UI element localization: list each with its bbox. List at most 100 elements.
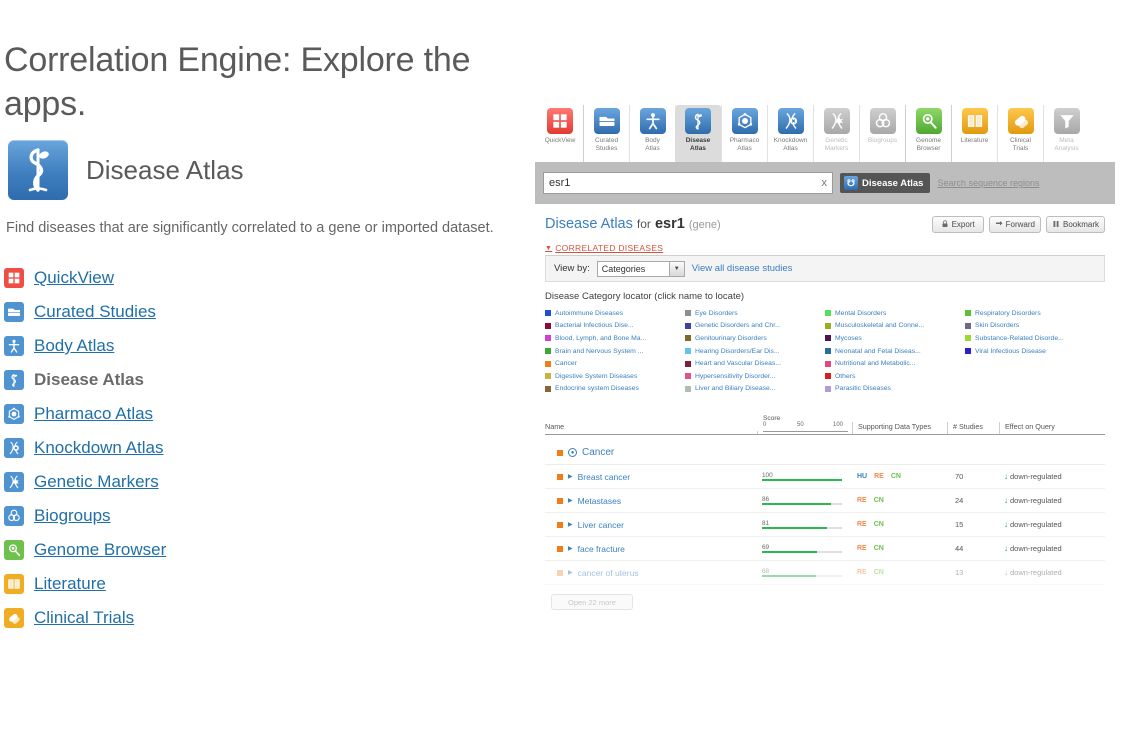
toolbar-tab-genome-browser[interactable]: GenomeBrowser [905,105,951,162]
toolbar-tab-clinical-trials[interactable]: ClinicalTrials [997,105,1043,162]
locator-item[interactable]: Liver and Biliary Disease... [685,383,825,396]
app-list-item[interactable]: Genetic Markers [4,465,525,499]
locator-item[interactable]: Eye Disorders [685,307,825,320]
locator-item[interactable]: Hypersensitivity Disorder... [685,370,825,383]
app-list-item[interactable]: Genome Browser [4,533,525,567]
table-row[interactable]: ▶Metastases86RECN24↓down-regulated [545,489,1105,513]
toolbar-tab-literature[interactable]: Literature [951,105,997,162]
view-by-bar: View by: Categories ▼ View all disease s… [545,256,1105,282]
search-scope-label: Disease Atlas [862,178,923,189]
row-supporting-cell: HU RE CN [852,473,947,480]
search-sequence-regions-link[interactable]: Search sequence regions [937,178,1039,188]
locator-item[interactable]: Musculoskeletal and Conne... [825,320,965,333]
app-list-item[interactable]: QuickView [4,261,525,295]
locator-item[interactable]: Mental Disorders [825,307,965,320]
toolbar-tab-label: Literature [961,137,988,145]
locator-item[interactable]: Heart and Vascular Diseas... [685,357,825,370]
chevron-right-icon[interactable]: ▶ [568,521,573,528]
locator-item[interactable]: Endocrine system Diseases [545,383,685,396]
app-list-item-label[interactable]: Genome Browser [34,540,166,560]
bookmark-button[interactable]: Bookmark [1046,216,1105,233]
app-list-item-label[interactable]: Clinical Trials [34,608,134,628]
toolbar-tab-quickview[interactable]: QuickView [537,105,583,162]
toolbar-tab-knockdown-atlas[interactable]: KnockdownAtlas [767,105,813,162]
locator-item[interactable]: Cancer [545,357,685,370]
locator-item[interactable]: Nutritional and Metabolic... [825,357,965,370]
locator-item[interactable]: Bacterial Infectious Dise... [545,320,685,333]
locator-item[interactable]: Others [825,370,965,383]
supporting-data-type-re[interactable]: RE [857,497,867,504]
app-list-item[interactable]: Knockdown Atlas [4,431,525,465]
row-score-value: 100 [762,472,852,479]
search-input[interactable]: esr1 x [543,172,833,194]
app-list-item[interactable]: Literature [4,567,525,601]
app-list-item-label[interactable]: Literature [34,574,106,594]
app-list-item-label[interactable]: Body Atlas [34,336,114,356]
result-type: (gene) [689,219,721,231]
view-by-select[interactable]: Categories ▼ [597,261,685,277]
chevron-right-icon[interactable]: ▶ [568,569,573,576]
app-list-item-label[interactable]: Biogroups [34,506,111,526]
forward-button[interactable]: Forward [989,216,1041,233]
supporting-data-type-cn[interactable]: CN [874,521,884,528]
locator-item[interactable]: Respiratory Disorders [965,307,1105,320]
locator-item[interactable]: Mycoses [825,332,965,345]
supporting-data-type-re[interactable]: RE [857,521,867,528]
app-list-item-label[interactable]: Genetic Markers [34,472,159,492]
supporting-data-type-re[interactable]: RE [857,569,867,576]
locator-item[interactable]: Hearing Disorders/Ear Dis... [685,345,825,358]
locator-item[interactable]: Genitourinary Disorders [685,332,825,345]
supporting-data-type-hu[interactable]: HU [857,473,867,480]
app-list-item-label[interactable]: Knockdown Atlas [34,438,163,458]
table-group-row[interactable]: ● Cancer [545,435,1105,465]
table-row[interactable]: ▶cancer of uterus68RECN13↓down-regulated [545,561,1105,585]
locator-item[interactable]: Viral Infectious Disease [965,345,1105,358]
app-list-item-label[interactable]: QuickView [34,268,114,288]
app-list-item[interactable]: Body Atlas [4,329,525,363]
toolbar-tab-curated-studies[interactable]: CuratedStudies [583,105,629,162]
locator-item[interactable]: Blood, Lymph, and Bone Ma... [545,332,685,345]
supporting-data-type-cn[interactable]: CN [891,473,901,480]
view-all-disease-studies-link[interactable]: View all disease studies [692,263,793,274]
locator-item[interactable]: Brain and Nervous System ... [545,345,685,358]
app-list-item[interactable]: Pharmaco Atlas [4,397,525,431]
app-list-item[interactable]: Biogroups [4,499,525,533]
export-button[interactable]: Export [932,216,984,233]
toolbar-tab-disease-atlas[interactable]: DiseaseAtlas [675,105,721,162]
row-effect-cell: ↓down-regulated [999,496,1105,505]
app-list-item[interactable]: Curated Studies [4,295,525,329]
table-row[interactable]: ▶Breast cancer100HURECN70↓down-regulated [545,465,1105,489]
toolbar-tab-body-atlas[interactable]: BodyAtlas [629,105,675,162]
locator-item[interactable]: Genetic Disorders and Chr... [685,320,825,333]
supporting-data-type-re[interactable]: RE [874,473,884,480]
locator-item[interactable]: Parasitic Diseases [825,383,965,396]
table-row[interactable]: ▶face fracture69RECN44↓down-regulated [545,537,1105,561]
locator-item[interactable]: Neonatal and Fetal Diseas... [825,345,965,358]
supporting-data-type-cn[interactable]: CN [874,545,884,552]
supporting-data-type-re[interactable]: RE [857,545,867,552]
info-circle-icon[interactable]: ● [568,448,577,457]
locator-item[interactable]: Substance-Related Disorde... [965,332,1105,345]
row-name-cell: ▶Breast cancer [545,472,757,482]
locator-item-label: Others [835,373,855,380]
app-list-item-label[interactable]: Pharmaco Atlas [34,404,153,424]
locator-item[interactable]: Autoimmune Diseases [545,307,685,320]
chevron-right-icon[interactable]: ▶ [568,545,573,552]
header-score: Score 0 50 100 [757,431,852,434]
supporting-data-type-cn[interactable]: CN [874,569,884,576]
locator-item[interactable]: Digestive System Diseases [545,370,685,383]
search-scope-button[interactable]: ☋ Disease Atlas [840,173,930,193]
locator-item[interactable]: Skin Disorders [965,320,1105,333]
table-row[interactable]: ▶Liver cancer81RECN15↓down-regulated [545,513,1105,537]
category-color-swatch [825,361,831,367]
open-more-button[interactable]: Open 22 more [551,594,633,610]
supporting-data-type-cn[interactable]: CN [874,497,884,504]
toolbar-tab-pharmaco-atlas[interactable]: PharmacoAtlas [721,105,767,162]
chevron-right-icon[interactable]: ▶ [568,497,573,504]
tab-correlated-diseases[interactable]: ▼ CORRELATED DISEASES [545,243,663,255]
app-list-item-label[interactable]: Curated Studies [34,302,156,322]
clear-icon[interactable]: x [822,177,828,189]
dna-burst-icon [4,472,24,492]
app-list-item[interactable]: Clinical Trials [4,601,525,635]
chevron-right-icon[interactable]: ▶ [568,473,573,480]
